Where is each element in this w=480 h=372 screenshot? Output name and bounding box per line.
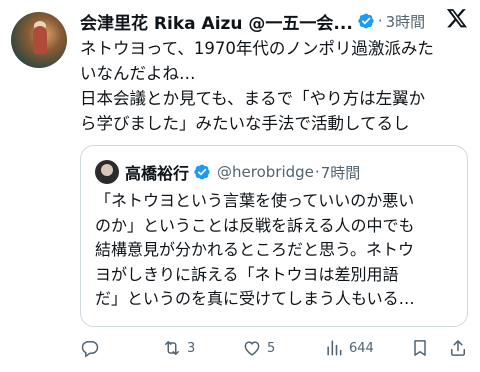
quoted-tweet-text: 「ネトウヨという言葉を使っていいのか悪い のか」ということは反戦を訴える人の中で…	[95, 189, 459, 312]
bookmark-icon	[414, 340, 426, 356]
retweet-icon	[165, 341, 179, 355]
retweet-button[interactable]: 3	[162, 338, 195, 358]
views-count: 644	[349, 340, 374, 356]
verified-badge-icon	[358, 13, 374, 29]
header-separator: ·	[377, 12, 383, 30]
tweet-text-line: ら学びました」みたいな手法で活動してるし	[80, 114, 410, 133]
heart-icon	[244, 341, 260, 356]
tweet-header: 会津里花 Rika Aizu @一五一会... · 3時間	[80, 8, 470, 34]
author-name[interactable]: 会津里花 Rika Aizu @一五一会...	[80, 9, 353, 34]
quoted-author-name: 高橋裕行	[125, 164, 190, 183]
share-icon	[451, 340, 465, 356]
quoted-author-avatar	[95, 160, 119, 184]
x-logo-icon[interactable]	[446, 7, 468, 29]
quoted-tweet-card[interactable]: 高橋裕行 @herobridge · 7時間 「ネトウヨという言葉を使っていいの…	[80, 145, 468, 327]
tweet-actions: 3 5 644	[80, 338, 472, 362]
views-chart-icon	[327, 340, 342, 356]
reply-icon	[81, 341, 99, 358]
tweet-text-line: 日本会議とか見ても、まるで「やり方は左翼か	[80, 89, 426, 108]
quoted-text-line: ヨがしきりに訴える「ネトウヨは差別用語	[95, 264, 399, 284]
quoted-separator: ·	[314, 163, 320, 181]
quoted-text-line: 「ネトウヨという言葉を使っていいのか悪い	[95, 191, 415, 210]
tweet-time[interactable]: 3時間	[386, 11, 426, 32]
views-button[interactable]: 644	[324, 338, 374, 358]
quoted-text-line: 結構意見が分かれるところだと思う。ネトウ	[95, 240, 415, 259]
verified-badge-icon	[194, 164, 210, 180]
reply-button[interactable]	[80, 338, 105, 358]
quoted-tweet-header: 高橋裕行 @herobridge · 7時間	[95, 160, 360, 184]
retweet-count: 3	[187, 340, 196, 356]
tweet-text-line: いなんだよね…	[80, 64, 196, 83]
quoted-tweet-time: 7時間	[320, 163, 361, 182]
author-avatar[interactable]	[11, 12, 67, 68]
share-button[interactable]	[448, 338, 468, 358]
quoted-text-line: だ」というのを真に受けてしまう人もいる…	[95, 289, 415, 308]
avatar-figure	[33, 26, 47, 54]
like-button[interactable]: 5	[242, 338, 275, 358]
bookmark-button[interactable]	[410, 338, 430, 358]
tweet-text: ネトウヨって、1970年代のノンポリ過激派みた いなんだよね… 日本会議とか見て…	[80, 36, 472, 136]
quoted-author-handle: @herobridge	[217, 163, 314, 181]
like-count: 5	[267, 340, 276, 356]
tweet-text-line: ネトウヨって、1970年代のノンポリ過激派みた	[80, 39, 434, 58]
quoted-text-line: のか」ということは反戦を訴える人の中でも	[95, 215, 415, 235]
